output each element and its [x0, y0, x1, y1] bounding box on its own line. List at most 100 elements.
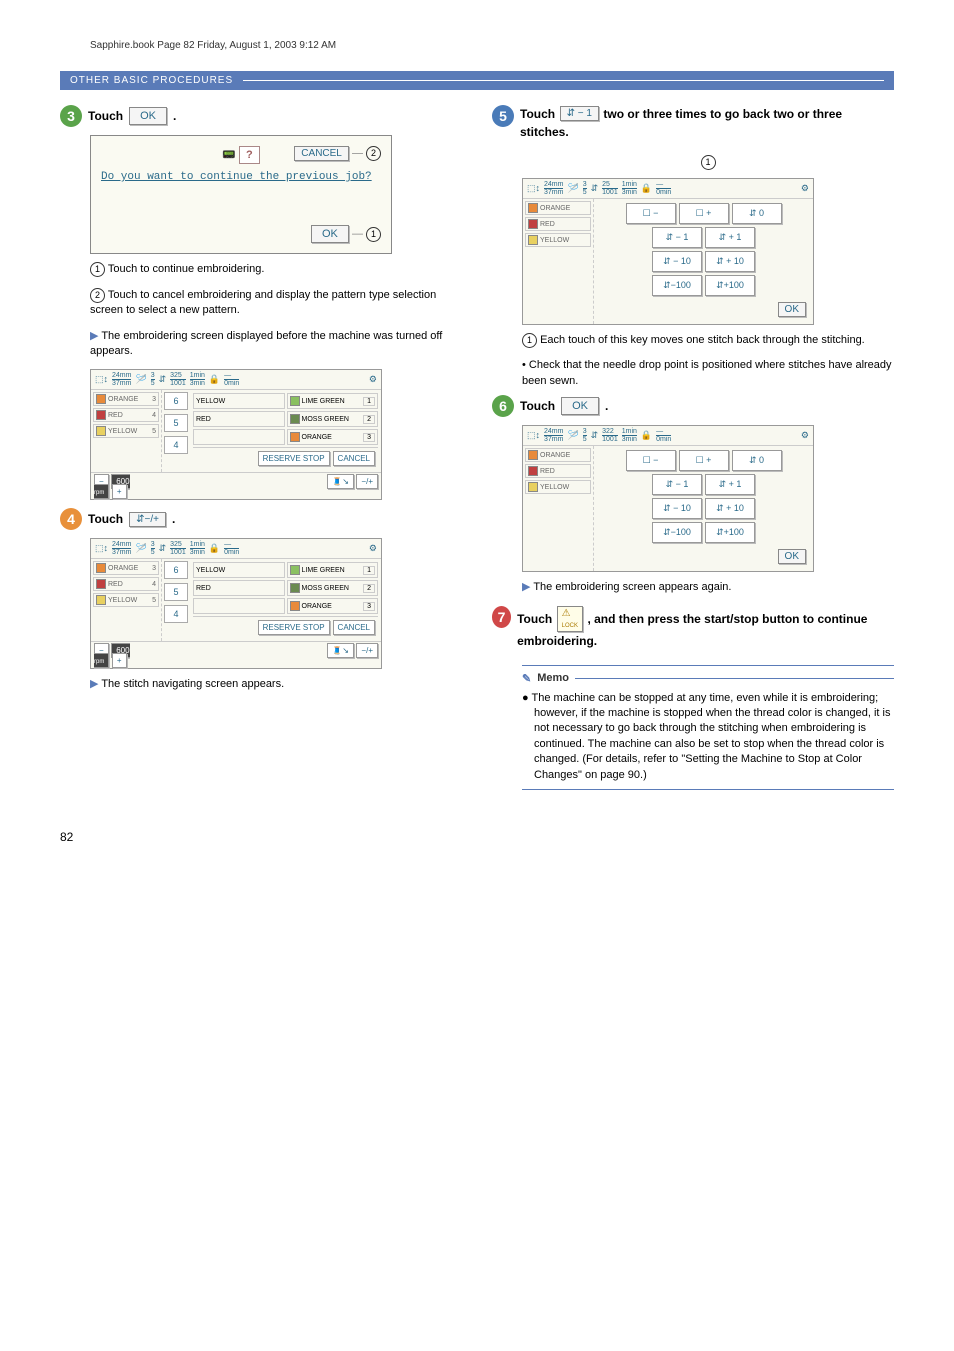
color-cell[interactable]: LIME GREEN1 [287, 393, 379, 409]
ok-button[interactable]: OK [311, 225, 349, 243]
settings-icon[interactable]: ⚙ [369, 374, 377, 385]
sheet-plus-button[interactable]: ☐ + [679, 203, 729, 224]
divider [243, 80, 884, 81]
thread-item[interactable]: ORANGE [525, 201, 591, 215]
thread-item[interactable]: RED4 [93, 408, 159, 422]
thread-item[interactable]: RED [525, 217, 591, 231]
cancel-button[interactable]: CANCEL [294, 146, 349, 161]
confirm-dialog: 📟 ? CANCEL — 2 Do you want to continue t… [90, 135, 392, 254]
ok-button-inline[interactable]: OK [561, 397, 599, 415]
step-badge-3: 3 [60, 105, 82, 127]
color-cell[interactable]: MOSS GREEN2 [287, 580, 379, 596]
note-2: 2 Touch to cancel embroidering and displ… [90, 288, 462, 319]
plus-1-button[interactable]: ⇵ + 1 [705, 227, 755, 248]
step-3-text: Touch [88, 109, 123, 123]
zero-button[interactable]: ⇵ 0 [732, 203, 782, 224]
color-cell[interactable]: RED [193, 580, 285, 596]
minus-100-button[interactable]: ⇵−100 [652, 275, 702, 296]
color-cell[interactable]: YELLOW [193, 562, 285, 578]
cancel-button[interactable]: CANCEL [333, 451, 375, 466]
step-4-text: Touch [88, 512, 123, 526]
minus-1-button-inline[interactable]: ⇵ − 1 [560, 106, 599, 121]
plus-10-button[interactable]: ⇵ + 10 [705, 498, 755, 519]
embroidering-screen-2: ⬚↕ 24mm37mm 🪡 35 ⇵ 3251001 1min3min 🔒 —0… [90, 538, 382, 669]
needle-num[interactable]: 4 [164, 436, 188, 454]
needle-icon: 🪡 [135, 374, 146, 385]
thread-item[interactable]: YELLOW5 [93, 593, 159, 607]
minus-10-button[interactable]: ⇵ − 10 [652, 251, 702, 272]
plus-100-button[interactable]: ⇵+100 [705, 522, 755, 543]
zero-button[interactable]: ⇵ 0 [732, 450, 782, 471]
reserve-stop-button[interactable]: RESERVE STOP [258, 620, 330, 635]
plus-10-button[interactable]: ⇵ + 10 [705, 251, 755, 272]
left-column: 3 Touch OK . 📟 ? CANCEL — 2 Do you want … [60, 105, 462, 800]
nav-toggle-button-inline[interactable]: ⇵−/+ [129, 512, 166, 527]
note-5-bullet: Check that the needle drop point is posi… [522, 358, 894, 389]
plus-button[interactable]: + [112, 653, 127, 668]
section-header: OTHER BASIC PROCEDURES [60, 71, 894, 90]
plus-100-button[interactable]: ⇵+100 [705, 275, 755, 296]
right-column: 5 Touch ⇵ − 1 two or three times to go b… [492, 105, 894, 800]
sheet-minus-button[interactable]: ☐ − [626, 203, 676, 224]
needle-num[interactable]: 5 [164, 414, 188, 432]
page-number: 82 [60, 830, 894, 844]
minus-1-button[interactable]: ⇵ − 1 [652, 474, 702, 495]
color-cell[interactable]: MOSS GREEN2 [287, 411, 379, 427]
ok-button-inline[interactable]: OK [129, 107, 167, 125]
step-6-text: Touch [520, 399, 555, 413]
cancel-button[interactable]: CANCEL [333, 620, 375, 635]
arrow-note-3: The embroidering screen appears again. [522, 580, 894, 595]
color-cell[interactable]: LIME GREEN1 [287, 562, 379, 578]
ok-button[interactable]: OK [778, 549, 806, 564]
thread-list: ORANGE3 RED4 YELLOW5 [91, 390, 162, 472]
color-cell[interactable]: RED [193, 411, 285, 427]
thread-item[interactable]: ORANGE [525, 448, 591, 462]
color-cell[interactable]: ORANGE3 [287, 429, 379, 445]
step-4-end: . [172, 512, 175, 526]
color-cell[interactable] [193, 598, 285, 614]
thread-item[interactable]: RED4 [93, 577, 159, 591]
thread-item[interactable]: YELLOW [525, 233, 591, 247]
book-header: Sapphire.book Page 82 Friday, August 1, … [90, 40, 894, 51]
needle-num[interactable]: 5 [164, 583, 188, 601]
plus-button[interactable]: + [112, 484, 127, 499]
reserve-stop-button[interactable]: RESERVE STOP [258, 451, 330, 466]
minus-100-button[interactable]: ⇵−100 [652, 522, 702, 543]
memo-title: Memo [537, 672, 569, 684]
color-cell[interactable]: ORANGE3 [287, 598, 379, 614]
section-title: OTHER BASIC PROCEDURES [70, 75, 233, 86]
nav-toggle-button[interactable]: −/+ [356, 643, 378, 658]
sheet-minus-button[interactable]: ☐ − [626, 450, 676, 471]
sheet-plus-button[interactable]: ☐ + [679, 450, 729, 471]
color-cell[interactable]: YELLOW [193, 393, 285, 409]
needle-num[interactable]: 6 [164, 392, 188, 410]
minus-1-button[interactable]: ⇵ − 1 [652, 227, 702, 248]
lock-icon: 🔒 [209, 374, 220, 385]
thread-item[interactable]: ORANGE3 [93, 392, 159, 406]
needle-num[interactable]: 6 [164, 561, 188, 579]
needle-num[interactable]: 4 [164, 605, 188, 623]
step-badge-7: 7 [492, 606, 511, 628]
step-7: 7 Touch ⚠LOCK , and then press the start… [492, 606, 894, 650]
thread-item[interactable]: ORANGE3 [93, 561, 159, 575]
thread-item[interactable]: YELLOW [525, 480, 591, 494]
thread-item[interactable]: YELLOW5 [93, 424, 159, 438]
plus-1-button[interactable]: ⇵ + 1 [705, 474, 755, 495]
color-cell[interactable] [193, 429, 285, 445]
embroidering-screen-1: ⬚↕ 24mm 37mm 🪡 3 5 ⇵ 325 1001 [90, 369, 382, 500]
spool-button[interactable]: 🧵↘ [327, 474, 354, 489]
stitch-icon: ⇵ [159, 374, 167, 385]
lock-button-inline[interactable]: ⚠LOCK [557, 606, 583, 632]
spool-button[interactable]: 🧵↘ [327, 643, 354, 658]
nav-toggle-button[interactable]: −/+ [356, 474, 378, 489]
thread-item[interactable]: RED [525, 464, 591, 478]
callout-1: 1 [366, 227, 381, 242]
step-4: 4 Touch ⇵−/+ . [60, 508, 462, 530]
note-1: 1 Touch to continue embroidering. [90, 262, 462, 277]
ok-button[interactable]: OK [778, 302, 806, 317]
minus-10-button[interactable]: ⇵ − 10 [652, 498, 702, 519]
step-5: 5 Touch ⇵ − 1 two or three times to go b… [492, 105, 894, 141]
divider [575, 678, 894, 679]
machine-icon: 📟 [222, 149, 236, 161]
dialog-message: Do you want to continue the previous job… [101, 170, 381, 185]
